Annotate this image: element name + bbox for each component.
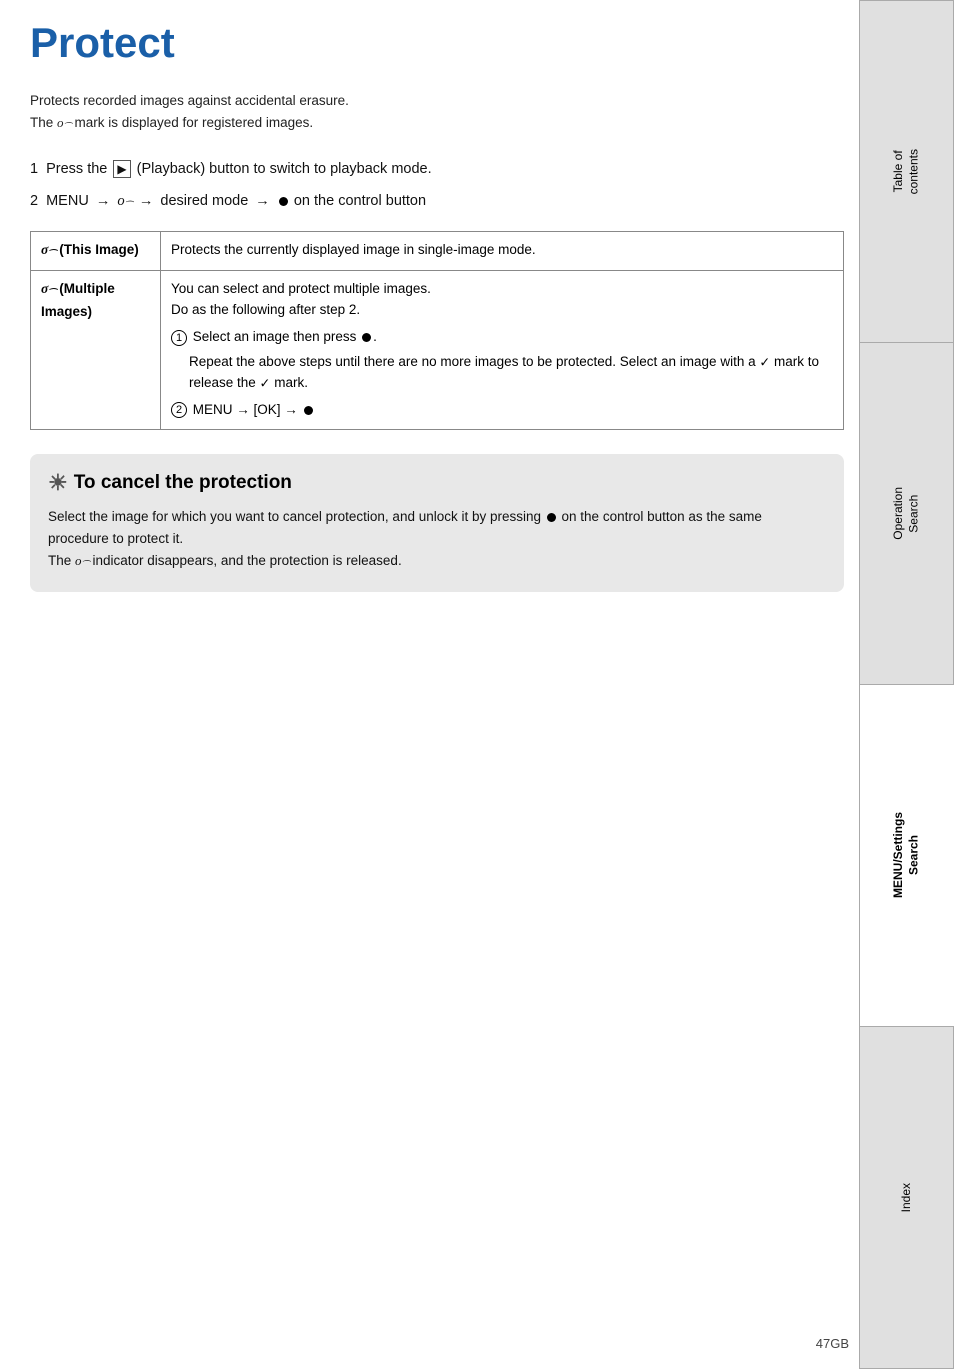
sidebar-tab-menu[interactable]: MENU/SettingsSearch: [859, 684, 954, 1026]
intro-text: Protects recorded images against acciden…: [30, 90, 844, 135]
page-number: 47GB: [816, 1336, 849, 1351]
main-content: Protect Protects recorded images against…: [30, 0, 844, 632]
intro-line-2: The o⁀ mark is displayed for registered …: [30, 115, 313, 130]
sidebar: Table ofcontents OperationSearch MENU/Se…: [859, 0, 954, 1369]
sidebar-tab-menu-label: MENU/SettingsSearch: [891, 812, 922, 898]
cancel-text: Select the image for which you want to c…: [48, 506, 826, 574]
sidebar-tab-toc[interactable]: Table ofcontents: [859, 0, 954, 342]
table-cell-left-1: σ⁀ (This Image): [31, 231, 161, 271]
table-cell-left-2: σ⁀ (Multiple Images): [31, 271, 161, 430]
page-title: Protect: [30, 20, 844, 66]
sidebar-tab-toc-label: Table ofcontents: [891, 149, 922, 194]
step-2: 2 MENU → o⁀ → desired mode → on the cont…: [30, 189, 844, 214]
cancel-section: ☀ To cancel the protection Select the im…: [30, 454, 844, 592]
bullet-icon: [279, 197, 288, 206]
table-cell-right-1: Protects the currently displayed image i…: [161, 231, 844, 271]
step-1: 1 Press the ▶ (Playback) button to switc…: [30, 157, 844, 182]
mode-table: σ⁀ (This Image) Protects the currently d…: [30, 231, 844, 430]
table-cell-right-2: You can select and protect multiple imag…: [161, 271, 844, 430]
table-row-2: σ⁀ (Multiple Images) You can select and …: [31, 271, 844, 430]
sidebar-tab-index-label: Index: [899, 1183, 915, 1212]
playback-button-icon: ▶: [113, 160, 130, 179]
tip-icon: ☀: [48, 470, 68, 496]
sidebar-tab-index[interactable]: Index: [859, 1026, 954, 1369]
sidebar-tab-operation-label: OperationSearch: [891, 487, 922, 540]
table-row-1: σ⁀ (This Image) Protects the currently d…: [31, 231, 844, 271]
sidebar-tab-operation[interactable]: OperationSearch: [859, 342, 954, 684]
cancel-title: ☀ To cancel the protection: [48, 470, 826, 496]
intro-line-1: Protects recorded images against acciden…: [30, 93, 349, 108]
protect-symbol: o⁀: [117, 193, 131, 209]
